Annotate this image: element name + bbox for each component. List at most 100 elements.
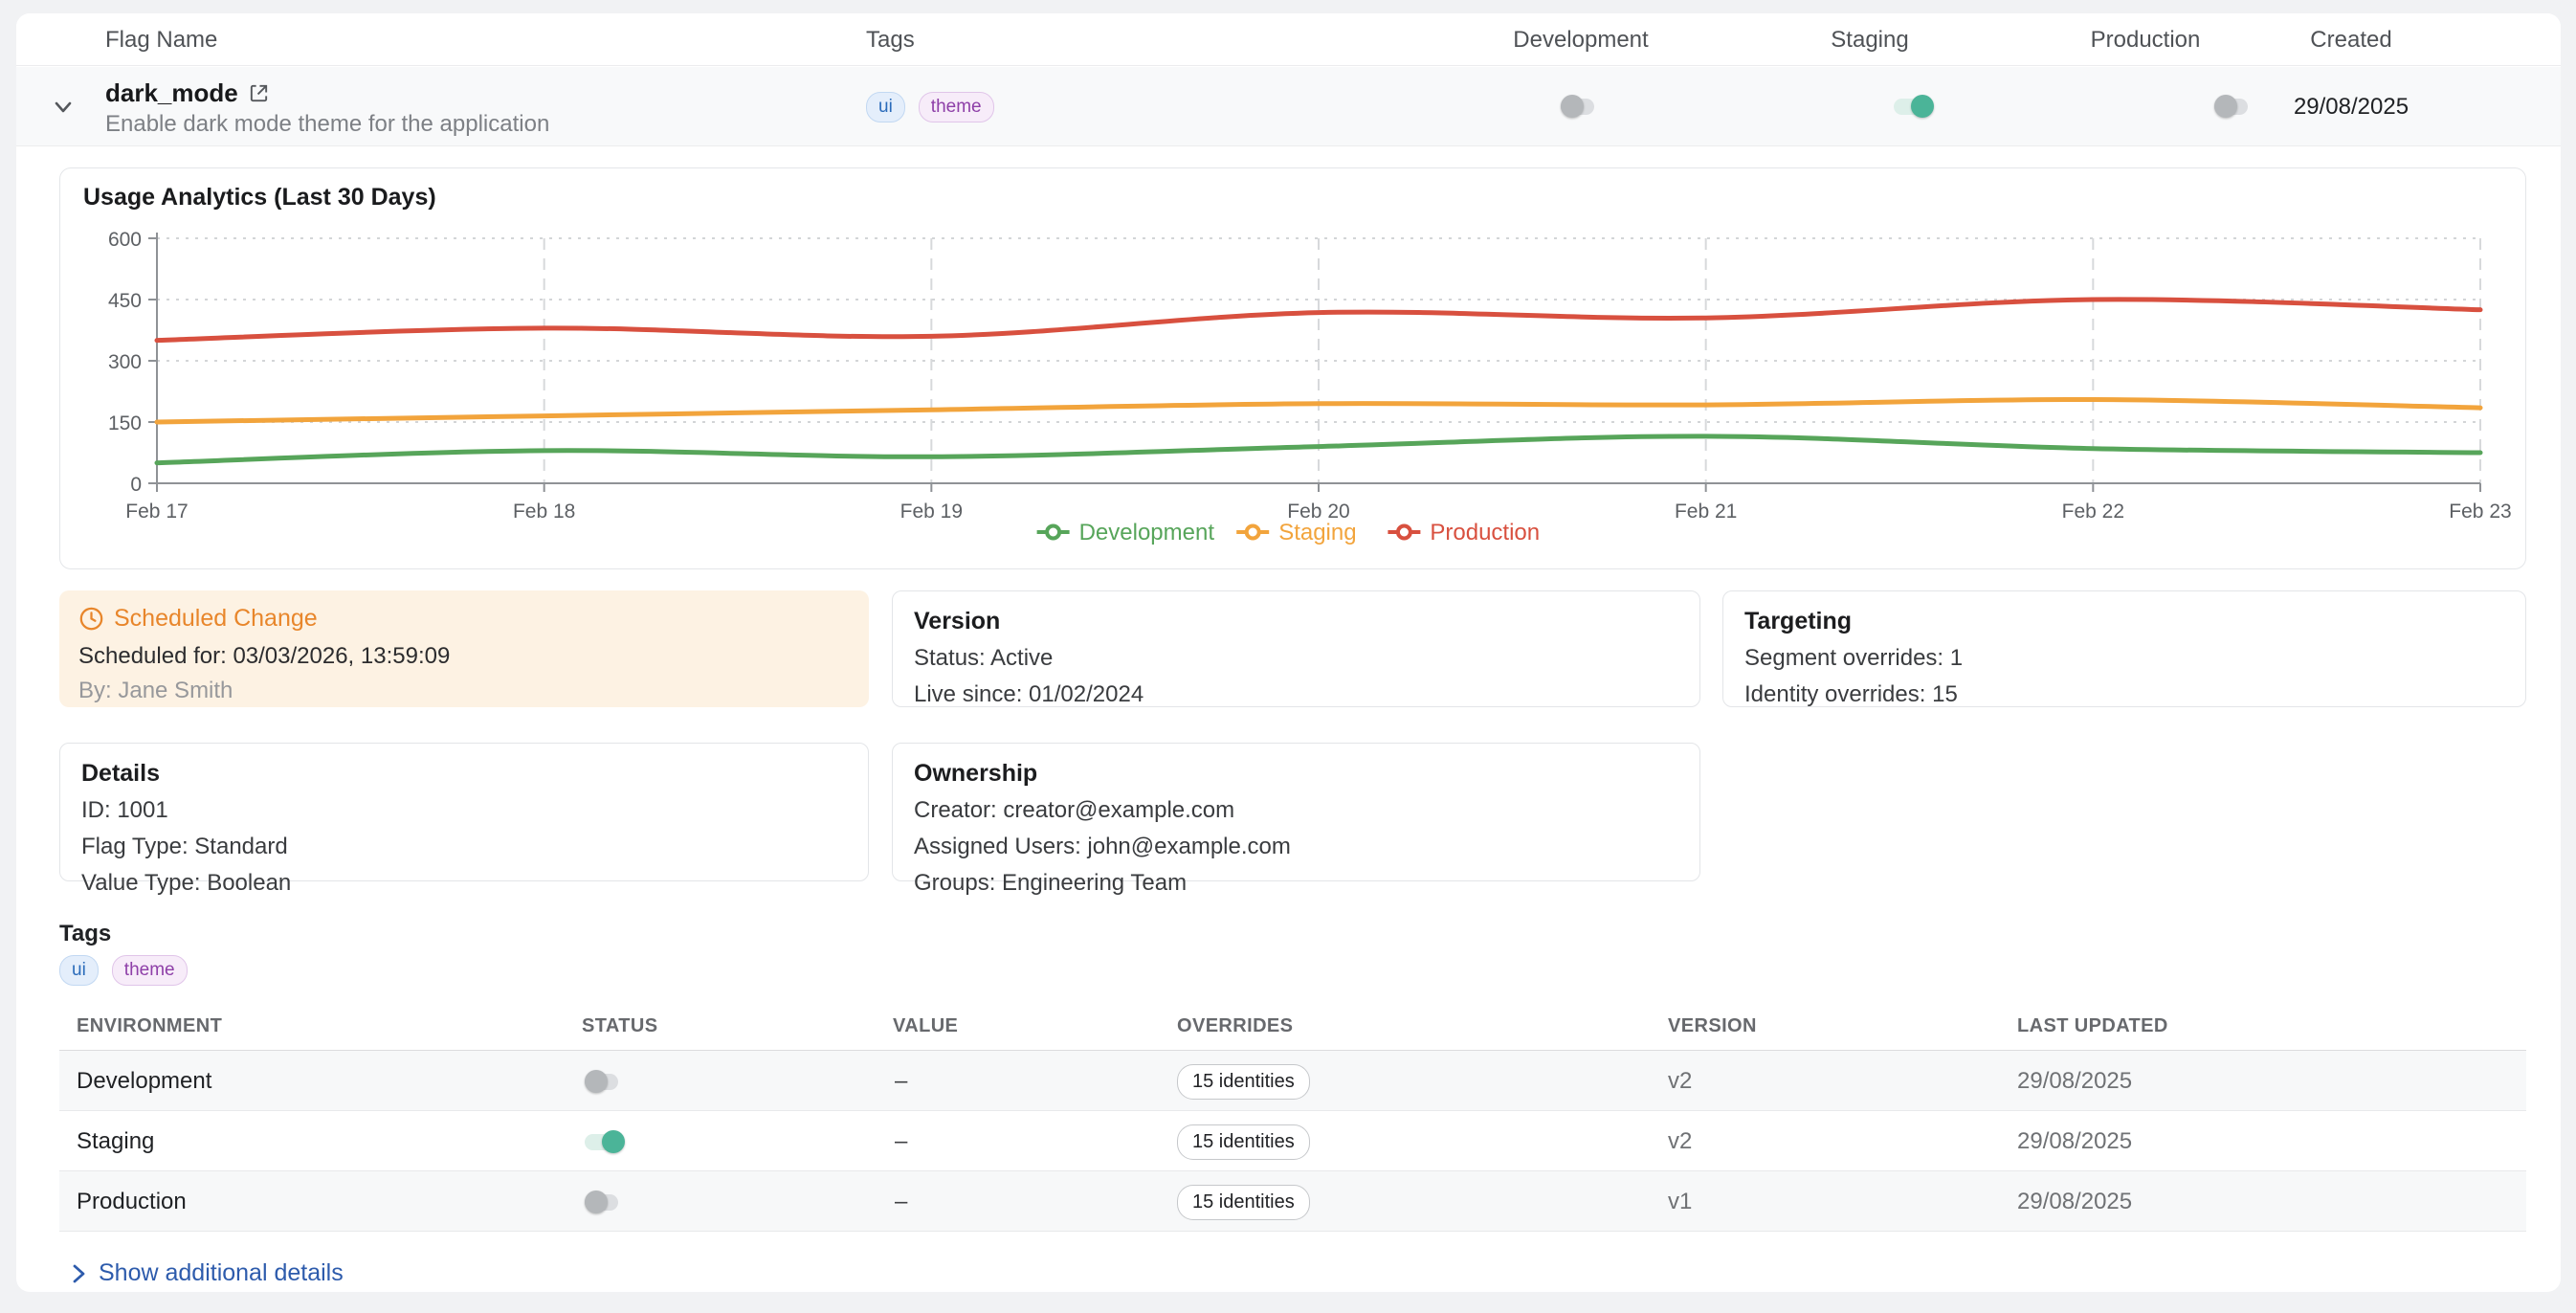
x-tick-label: Feb 19	[900, 501, 963, 523]
column-development: Development	[1485, 13, 1677, 66]
overrides-button[interactable]: 15 identities	[1177, 1124, 1310, 1160]
column-value: VALUE	[893, 1015, 958, 1037]
y-tick-label: 600	[108, 229, 142, 251]
tags-section-list: uitheme	[59, 955, 188, 986]
environment-last-updated: 29/08/2025	[2017, 1111, 2132, 1171]
flag-created-date: 29/08/2025	[2255, 67, 2447, 146]
environment-version: v2	[1668, 1111, 1692, 1171]
environment-status-toggle[interactable]	[585, 1191, 625, 1213]
creator: Creator: creator@example.com	[914, 797, 1678, 824]
svg-text:Staging: Staging	[1278, 520, 1356, 545]
toggle-knob	[2214, 95, 2237, 118]
environment-row: Development – 15 identities v2 29/08/202…	[59, 1051, 2526, 1111]
flag-tags: uitheme	[866, 67, 994, 146]
column-flag-name: Flag Name	[105, 13, 217, 66]
environment-value: –	[895, 1171, 907, 1232]
x-tick-label: Feb 22	[2062, 501, 2124, 523]
targeting-card: Targeting Segment overrides: 1 Identity …	[1722, 590, 2526, 707]
environment-status-toggle[interactable]	[585, 1070, 625, 1093]
column-overrides: OVERRIDES	[1177, 1015, 1293, 1037]
tag-ui: ui	[59, 955, 99, 986]
column-tags: Tags	[866, 13, 915, 66]
ownership-title: Ownership	[914, 760, 1678, 788]
y-tick-label: 450	[108, 290, 142, 312]
ownership-card: Ownership Creator: creator@example.com A…	[892, 743, 1700, 881]
tag-theme: theme	[919, 92, 994, 122]
environment-name: Production	[77, 1171, 187, 1232]
x-tick-label: Feb 18	[513, 501, 575, 523]
y-tick-label: 150	[108, 412, 142, 434]
x-tick-label: Feb 21	[1675, 501, 1737, 523]
svg-text:Production: Production	[1430, 520, 1540, 545]
series-line-staging	[157, 400, 2480, 422]
segment-overrides: Segment overrides: 1	[1744, 645, 2504, 672]
flag-table-header: Flag Name Tags Development Staging Produ…	[16, 13, 2561, 66]
scheduled-change-card: Scheduled Change Scheduled for: 03/03/20…	[59, 590, 869, 707]
y-tick-label: 300	[108, 351, 142, 373]
column-production: Production	[2050, 13, 2241, 66]
environment-value: –	[895, 1111, 907, 1171]
usage-chart-svg: 0150300450600Feb 17Feb 18Feb 19Feb 20Feb…	[60, 168, 2527, 570]
show-additional-details-label: Show additional details	[99, 1259, 344, 1287]
svg-text:Development: Development	[1079, 520, 1215, 545]
chevron-down-icon[interactable]	[51, 95, 76, 120]
flag-type: Flag Type: Standard	[81, 834, 847, 860]
staging-toggle[interactable]	[1894, 95, 1934, 118]
scheduled-for: Scheduled for: 03/03/2026, 13:59:09	[78, 643, 850, 670]
environment-name: Development	[77, 1051, 211, 1111]
assigned-users: Assigned Users: john@example.com	[914, 834, 1678, 860]
version-card: Version Status: Active Live since: 01/02…	[892, 590, 1700, 707]
legend-item-development: Development	[1037, 520, 1215, 545]
column-last-updated: LAST UPDATED	[2017, 1015, 2168, 1037]
toggle-knob	[1911, 95, 1934, 118]
tags-section-title: Tags	[59, 921, 111, 947]
environment-last-updated: 29/08/2025	[2017, 1051, 2132, 1111]
flag-id: ID: 1001	[81, 797, 847, 824]
legend-item-staging: Staging	[1236, 520, 1356, 545]
environment-version: v2	[1668, 1051, 1692, 1111]
toggle-knob	[602, 1130, 625, 1153]
groups: Groups: Engineering Team	[914, 870, 1678, 897]
overrides-button[interactable]: 15 identities	[1177, 1185, 1310, 1220]
toggle-knob	[1561, 95, 1584, 118]
legend-item-production: Production	[1388, 520, 1540, 545]
production-toggle[interactable]	[2214, 95, 2254, 118]
clock-icon	[78, 606, 104, 632]
environment-value: –	[895, 1051, 907, 1111]
overrides-button[interactable]: 15 identities	[1177, 1064, 1310, 1100]
flag-row: dark_mode Enable dark mode theme for the…	[16, 67, 2561, 146]
column-version: VERSION	[1668, 1015, 1757, 1037]
environment-row: Staging – 15 identities v2 29/08/2025	[59, 1111, 2526, 1171]
flag-description: Enable dark mode theme for the applicati…	[105, 111, 549, 138]
chart-title: Usage Analytics (Last 30 Days)	[83, 184, 436, 211]
environments-table: ENVIRONMENT STATUS VALUE OVERRIDES VERSI…	[59, 1010, 2526, 1232]
column-staging: Staging	[1774, 13, 1965, 66]
chevron-right-icon	[71, 1261, 87, 1286]
y-tick-label: 0	[130, 474, 142, 496]
details-card: Details ID: 1001 Flag Type: Standard Val…	[59, 743, 869, 881]
version-title: Version	[914, 608, 1678, 635]
targeting-title: Targeting	[1744, 608, 2504, 635]
version-status: Status: Active	[914, 645, 1678, 672]
x-tick-label: Feb 23	[2449, 501, 2511, 523]
toggle-knob	[585, 1191, 608, 1213]
flag-detail-page: { "flag_header": { "columns": ["Flag Nam…	[0, 0, 2576, 1313]
environment-row: Production – 15 identities v1 29/08/2025	[59, 1171, 2526, 1232]
column-status: STATUS	[582, 1015, 657, 1037]
column-created: Created	[2255, 13, 2447, 66]
column-environment: ENVIRONMENT	[77, 1015, 222, 1037]
usage-analytics-card: 0150300450600Feb 17Feb 18Feb 19Feb 20Feb…	[59, 167, 2526, 569]
flag-name[interactable]: dark_mode	[105, 78, 238, 108]
external-link-icon[interactable]	[248, 82, 270, 104]
toggle-knob	[585, 1070, 608, 1093]
environment-version: v1	[1668, 1171, 1692, 1232]
environment-status-toggle[interactable]	[585, 1130, 625, 1153]
flag-detail-card: Flag Name Tags Development Staging Produ…	[16, 13, 2561, 1292]
details-title: Details	[81, 760, 847, 788]
tag-ui: ui	[866, 92, 905, 122]
scheduled-change-title: Scheduled Change	[114, 605, 318, 633]
environment-name: Staging	[77, 1111, 154, 1171]
version-live-since: Live since: 01/02/2024	[914, 681, 1678, 708]
development-toggle[interactable]	[1561, 95, 1601, 118]
show-additional-details-link[interactable]: Show additional details	[71, 1259, 344, 1287]
